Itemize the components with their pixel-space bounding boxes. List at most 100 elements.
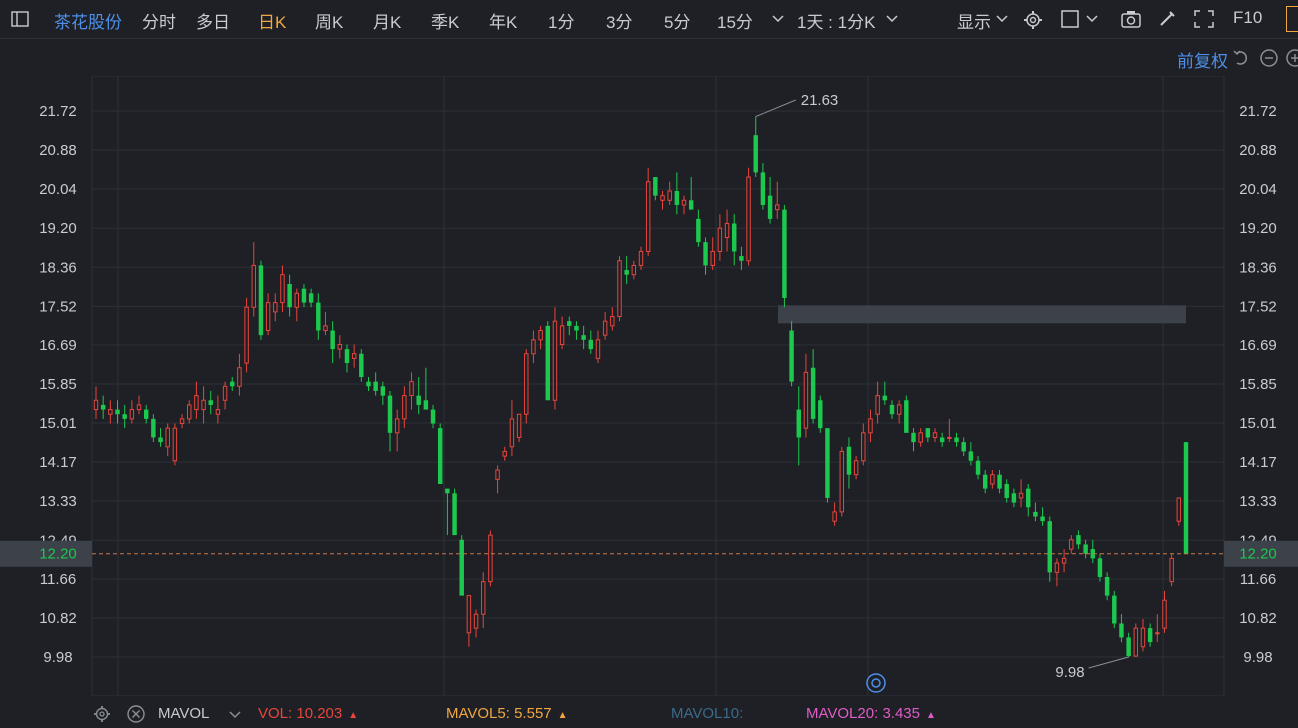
candle-body[interactable] (222, 385, 228, 401)
candle-body[interactable] (947, 436, 952, 439)
candle-body[interactable] (473, 613, 479, 629)
candle-body[interactable] (265, 302, 271, 332)
candle-body[interactable] (179, 418, 185, 425)
candle-body[interactable] (853, 460, 859, 476)
tab-quarterly-k[interactable]: 季K (431, 8, 459, 33)
candle-body[interactable] (875, 395, 880, 415)
candle-body[interactable] (437, 428, 443, 484)
candle-body[interactable] (323, 325, 328, 332)
resistance-band[interactable] (778, 305, 1186, 324)
candle-body[interactable] (308, 293, 314, 303)
candle-body[interactable] (538, 330, 543, 341)
candle-body[interactable] (445, 488, 450, 494)
candle-body[interactable] (982, 474, 988, 489)
candle-body[interactable] (846, 446, 852, 475)
candle-body[interactable] (316, 302, 321, 331)
candle-body[interactable] (201, 399, 206, 411)
candle-body[interactable] (237, 367, 242, 387)
candle-body[interactable] (968, 451, 974, 461)
tab-15min[interactable]: 15分 (717, 8, 753, 33)
candle-body[interactable] (753, 135, 758, 173)
fullscreen-icon[interactable] (1193, 9, 1214, 29)
candle-body[interactable] (868, 418, 873, 434)
candle-body[interactable] (1069, 539, 1074, 550)
candle-body[interactable] (488, 534, 493, 583)
candle-body[interactable] (832, 511, 837, 522)
candle-body[interactable] (818, 400, 823, 429)
tab-multiday[interactable]: 多日 (196, 8, 230, 33)
pencil-icon[interactable] (1157, 9, 1177, 29)
candle-body[interactable] (997, 474, 1002, 489)
candle-body[interactable] (1155, 632, 1160, 635)
candle-body[interactable] (703, 242, 708, 266)
candle-body[interactable] (122, 414, 127, 419)
candle-body[interactable] (1147, 628, 1153, 643)
candle-body[interactable] (911, 432, 916, 443)
candle-body[interactable] (416, 395, 421, 405)
candle-body[interactable] (990, 474, 995, 485)
candle-body[interactable] (423, 400, 429, 410)
candle-body[interactable] (1140, 627, 1146, 648)
indicator-settings-icon[interactable] (92, 704, 112, 728)
candle-body[interactable] (143, 409, 149, 419)
zoom-in-icon[interactable] (1285, 48, 1298, 68)
candle-body[interactable] (760, 172, 766, 205)
candle-body[interactable] (1040, 516, 1045, 522)
candle-body[interactable] (1104, 576, 1110, 596)
candle-body[interactable] (158, 437, 163, 443)
kline-chart-svg[interactable]: 21.72 21.72 20.88 20.88 20.04 20.04 19.20 19.20… (0, 75, 1298, 697)
candle-body[interactable] (1083, 544, 1088, 554)
candle-body[interactable] (330, 330, 335, 350)
candle-body[interactable] (545, 325, 550, 401)
candle-body[interactable] (681, 199, 687, 206)
tab-daily-k[interactable]: 日K (258, 8, 286, 33)
period-select[interactable]: 1天 : 1分K (797, 8, 875, 33)
candle-body[interactable] (552, 320, 558, 401)
sidebar-toggle-icon[interactable] (10, 9, 30, 29)
candle-body[interactable] (1061, 557, 1067, 564)
candle-body[interactable] (660, 195, 665, 201)
candle-body[interactable] (1033, 511, 1038, 517)
candle-body[interactable] (1169, 557, 1174, 583)
candle-body[interactable] (502, 450, 507, 457)
candle-body[interactable] (1026, 488, 1031, 508)
candle-body[interactable] (387, 395, 393, 433)
candle-body[interactable] (1018, 492, 1024, 499)
candle-body[interactable] (359, 353, 364, 378)
candle-body[interactable] (337, 343, 343, 350)
candle-body[interactable] (882, 395, 888, 401)
candle-body[interactable] (1119, 623, 1124, 638)
indicator-name[interactable]: MAVOL (158, 705, 209, 722)
tab-fenshi[interactable]: 分时 (142, 8, 176, 33)
candle-body[interactable] (588, 339, 594, 350)
candle-body[interactable] (172, 427, 178, 462)
candle-body[interactable] (287, 284, 292, 308)
stock-name[interactable]: 茶花股份 (54, 8, 122, 33)
undo-icon[interactable] (1232, 49, 1252, 72)
candle-body[interactable] (696, 218, 701, 243)
candle-body[interactable] (280, 274, 285, 304)
candle-body[interactable] (746, 176, 751, 262)
candle-body[interactable] (1076, 535, 1081, 545)
zoom-out-icon[interactable] (1259, 48, 1279, 73)
kline-chart[interactable]: 21.72 21.72 20.88 20.88 20.04 20.04 19.20 19.20… (0, 75, 1298, 697)
candle-body[interactable] (861, 432, 866, 462)
candle-body[interactable] (115, 409, 120, 415)
candle-body[interactable] (932, 432, 938, 438)
candle-body[interactable] (108, 409, 113, 415)
candle-body[interactable] (1047, 521, 1052, 573)
candle-body[interactable] (645, 181, 651, 252)
candle-body[interactable] (724, 223, 730, 238)
candle-body[interactable] (674, 190, 680, 205)
indicator-chevron-icon[interactable] (227, 706, 243, 726)
candle-body[interactable] (452, 493, 457, 536)
candle-body[interactable] (631, 264, 637, 276)
candle-body[interactable] (531, 339, 536, 355)
candle-body[interactable] (717, 227, 723, 252)
candle-body[interactable] (430, 409, 436, 424)
candle-body[interactable] (524, 353, 529, 415)
candle-body[interactable] (459, 539, 464, 596)
candle-body[interactable] (595, 339, 601, 359)
candle-body[interactable] (516, 413, 522, 438)
candle-body[interactable] (466, 595, 472, 634)
